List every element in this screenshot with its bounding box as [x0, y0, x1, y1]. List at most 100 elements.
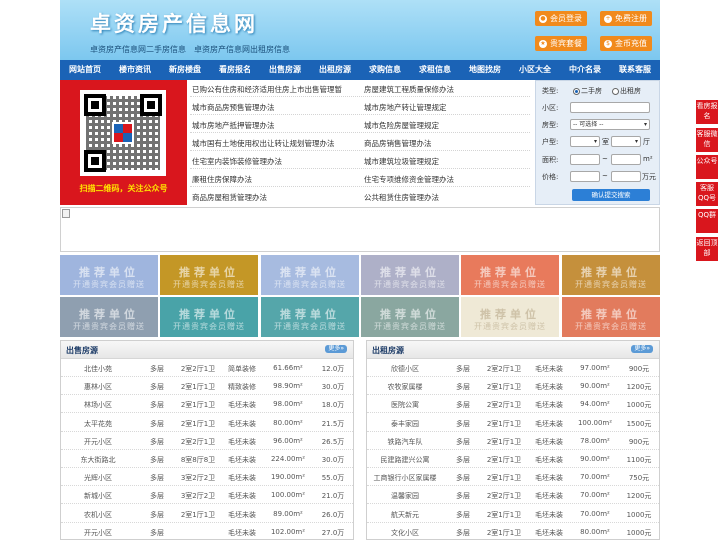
promo-tile[interactable]: 推荐单位 开通贵宾会员赠送: [361, 255, 459, 295]
nav-viewing-signup[interactable]: 看房报名: [210, 60, 260, 80]
promo-tile[interactable]: 推荐单位 开通贵宾会员赠送: [461, 255, 559, 295]
for-rent-more-button[interactable]: 更多»: [631, 345, 653, 353]
nav-map-search[interactable]: 地图找房: [460, 60, 510, 80]
law-link[interactable]: 住宅室内装饰装修管理办法: [192, 156, 282, 167]
listing-row[interactable]: 民建路建兴公寓 多层 2室1厅1卫 毛坯未装 90.00m² 1100元: [367, 450, 659, 468]
area-max-input[interactable]: [611, 154, 641, 165]
radio-rent[interactable]: 出租房: [612, 86, 641, 96]
listing-row[interactable]: 东大街路北 多层 8室8厅8卫 毛坯未装 224.00m² 30.0万: [61, 450, 353, 468]
listing-row[interactable]: 北佳小苑 多层 2室2厅1卫 简单装修 61.66m² 12.0万: [61, 359, 353, 377]
listing-row[interactable]: 农机小区 多层 2室1厅1卫 毛坯未装 89.00m² 26.0万: [61, 505, 353, 523]
halls-select[interactable]: ▾: [611, 136, 641, 147]
float-back-to-top[interactable]: 返回顶部: [696, 237, 718, 261]
community-name[interactable]: 航天新元: [391, 510, 419, 520]
float-qq[interactable]: 客服QQ号: [696, 182, 718, 206]
law-link[interactable]: 廉租住房保障办法: [192, 174, 252, 185]
promo-tile[interactable]: 推荐单位 开通贵宾会员赠送: [160, 255, 258, 295]
listing-row[interactable]: 林场小区 多层 2室1厅1卫 毛坯未装 98.00m² 18.0万: [61, 395, 353, 414]
banner-ad[interactable]: [60, 207, 660, 252]
law-link[interactable]: 商品房屋租赁管理办法: [192, 192, 267, 203]
listing-row[interactable]: 农牧家属楼 多层 2室1厅1卫 毛坯未装 90.00m² 1200元: [367, 377, 659, 396]
nav-for-sale[interactable]: 出售房源: [260, 60, 310, 80]
nav-wanted-rent[interactable]: 求租信息: [410, 60, 460, 80]
price-max-input[interactable]: [611, 171, 641, 182]
listing-row[interactable]: 泰丰家园 多层 2室1厅1卫 毛坯未装 100.00m² 1500元: [367, 414, 659, 432]
promo-tile[interactable]: 推荐单位 开通贵宾会员赠送: [261, 297, 359, 337]
sub-link-rent[interactable]: 卓资房产信息网出租房信息: [194, 44, 290, 55]
nav-agencies[interactable]: 中介名录: [560, 60, 610, 80]
community-name[interactable]: 农牧家属楼: [388, 382, 423, 392]
promo-tile[interactable]: 推荐单位 开通贵宾会员赠送: [60, 255, 158, 295]
community-name[interactable]: 铁路汽车队: [388, 437, 423, 447]
law-link[interactable]: 公共租赁住房管理办法: [364, 192, 439, 203]
price-min-input[interactable]: [570, 171, 600, 182]
float-qq-group[interactable]: QQ群: [696, 209, 718, 233]
promo-tile[interactable]: 推荐单位 开通贵宾会员赠送: [461, 297, 559, 337]
listing-row[interactable]: 温馨家园 多层 2室2厅1卫 毛坯未装 70.00m² 1200元: [367, 486, 659, 505]
law-link[interactable]: 商品房销售管理办法: [364, 138, 432, 149]
community-name[interactable]: 惠林小区: [84, 382, 112, 392]
float-wechat[interactable]: 客服微信: [696, 128, 718, 152]
community-name[interactable]: 泰丰家园: [391, 419, 419, 429]
law-link[interactable]: 房屋建筑工程质量保修办法: [364, 84, 454, 95]
housetype-select[interactable]: -- 可选择 -- ▾: [570, 119, 650, 130]
listing-row[interactable]: 铁路汽车队 多层 2室1厅1卫 毛坯未装 78.00m² 900元: [367, 432, 659, 450]
community-name[interactable]: 医院公寓: [391, 400, 419, 410]
law-link[interactable]: 城市国有土地使用权出让转让规划管理办法: [192, 138, 335, 149]
area-min-input[interactable]: [570, 154, 600, 165]
nav-contact[interactable]: 联系客服: [610, 60, 660, 80]
nav-wanted-buy[interactable]: 求购信息: [360, 60, 410, 80]
register-button[interactable]: + 免费注册: [600, 11, 652, 26]
community-name[interactable]: 太平花苑: [84, 419, 112, 429]
law-link[interactable]: 已购公有住房和经济适用住房上市出售管理暂: [192, 84, 342, 95]
listing-row[interactable]: 太平花苑 多层 2室1厅1卫 毛坯未装 80.00m² 21.5万: [61, 414, 353, 432]
community-name[interactable]: 光辉小区: [84, 473, 112, 483]
law-link[interactable]: 城市房地产转让管理规定: [364, 102, 447, 113]
promo-tile[interactable]: 推荐单位 开通贵宾会员赠送: [160, 297, 258, 337]
promo-tile[interactable]: 推荐单位 开通贵宾会员赠送: [60, 297, 158, 337]
listing-row[interactable]: 光辉小区 多层 3室2厅2卫 毛坯未装 190.00m² 55.0万: [61, 468, 353, 487]
promo-tile[interactable]: 推荐单位 开通贵宾会员赠送: [361, 297, 459, 337]
vip-package-button[interactable]: ★ 贵宾套餐: [535, 36, 587, 51]
community-name[interactable]: 文化小区: [391, 528, 419, 538]
listing-row[interactable]: 医院公寓 多层 2室2厅1卫 毛坯未装 94.00m² 1000元: [367, 395, 659, 414]
promo-tile[interactable]: 推荐单位 开通贵宾会员赠送: [562, 255, 660, 295]
law-link[interactable]: 城市房地产抵押管理办法: [192, 120, 275, 131]
community-name[interactable]: 开元小区: [84, 437, 112, 447]
listing-row[interactable]: 惠林小区 多层 2室1厅1卫 精致装修 98.90m² 30.0万: [61, 377, 353, 396]
search-submit-button[interactable]: 确认提交搜索: [572, 189, 650, 201]
float-official-account[interactable]: 公众号: [696, 155, 718, 179]
community-name[interactable]: 北佳小苑: [84, 364, 112, 374]
nav-communities[interactable]: 小区大全: [510, 60, 560, 80]
listing-row[interactable]: 欣德小区 多层 2室2厅1卫 毛坯未装 97.00m² 900元: [367, 359, 659, 377]
community-input[interactable]: [570, 102, 650, 113]
law-link[interactable]: 城市建筑垃圾管理规定: [364, 156, 439, 167]
nav-news[interactable]: 楼市资讯: [110, 60, 160, 80]
community-name[interactable]: 工商银行小区家属楼: [374, 473, 437, 483]
community-name[interactable]: 开元小区: [84, 528, 112, 538]
listing-row[interactable]: 新城小区 多层 3室2厅2卫 毛坯未装 100.00m² 21.0万: [61, 486, 353, 505]
community-name[interactable]: 东大街路北: [81, 455, 116, 465]
listing-row[interactable]: 工商银行小区家属楼 多层 2室1厅1卫 毛坯未装 70.00m² 750元: [367, 468, 659, 487]
community-name[interactable]: 新城小区: [84, 491, 112, 501]
sub-link-sale[interactable]: 卓资房产信息网二手房信息: [90, 44, 186, 55]
community-name[interactable]: 林场小区: [84, 400, 112, 410]
community-name[interactable]: 民建路建兴公寓: [381, 455, 430, 465]
float-viewing-signup[interactable]: 看房报名: [696, 100, 718, 124]
nav-new-homes[interactable]: 新房楼盘: [160, 60, 210, 80]
coin-recharge-button[interactable]: $ 金币充值: [600, 36, 652, 51]
site-title[interactable]: 卓资房产信息网: [90, 8, 258, 38]
law-link[interactable]: 住宅专项维修资金管理办法: [364, 174, 454, 185]
law-link[interactable]: 城市商品房预售管理办法: [192, 102, 275, 113]
listing-row[interactable]: 开元小区 多层 毛坯未装 102.00m² 27.0万: [61, 523, 353, 539]
for-sale-more-button[interactable]: 更多»: [325, 345, 347, 353]
rooms-select[interactable]: ▾: [570, 136, 600, 147]
nav-home[interactable]: 网站首页: [60, 60, 110, 80]
listing-row[interactable]: 航天新元 多层 2室1厅1卫 毛坯未装 70.00m² 1000元: [367, 505, 659, 523]
radio-sale[interactable]: 二手房: [573, 86, 602, 96]
community-name[interactable]: 农机小区: [84, 510, 112, 520]
promo-tile[interactable]: 推荐单位 开通贵宾会员赠送: [261, 255, 359, 295]
community-name[interactable]: 温馨家园: [391, 491, 419, 501]
community-name[interactable]: 欣德小区: [391, 364, 419, 374]
law-link[interactable]: 城市危险房屋管理规定: [364, 120, 439, 131]
